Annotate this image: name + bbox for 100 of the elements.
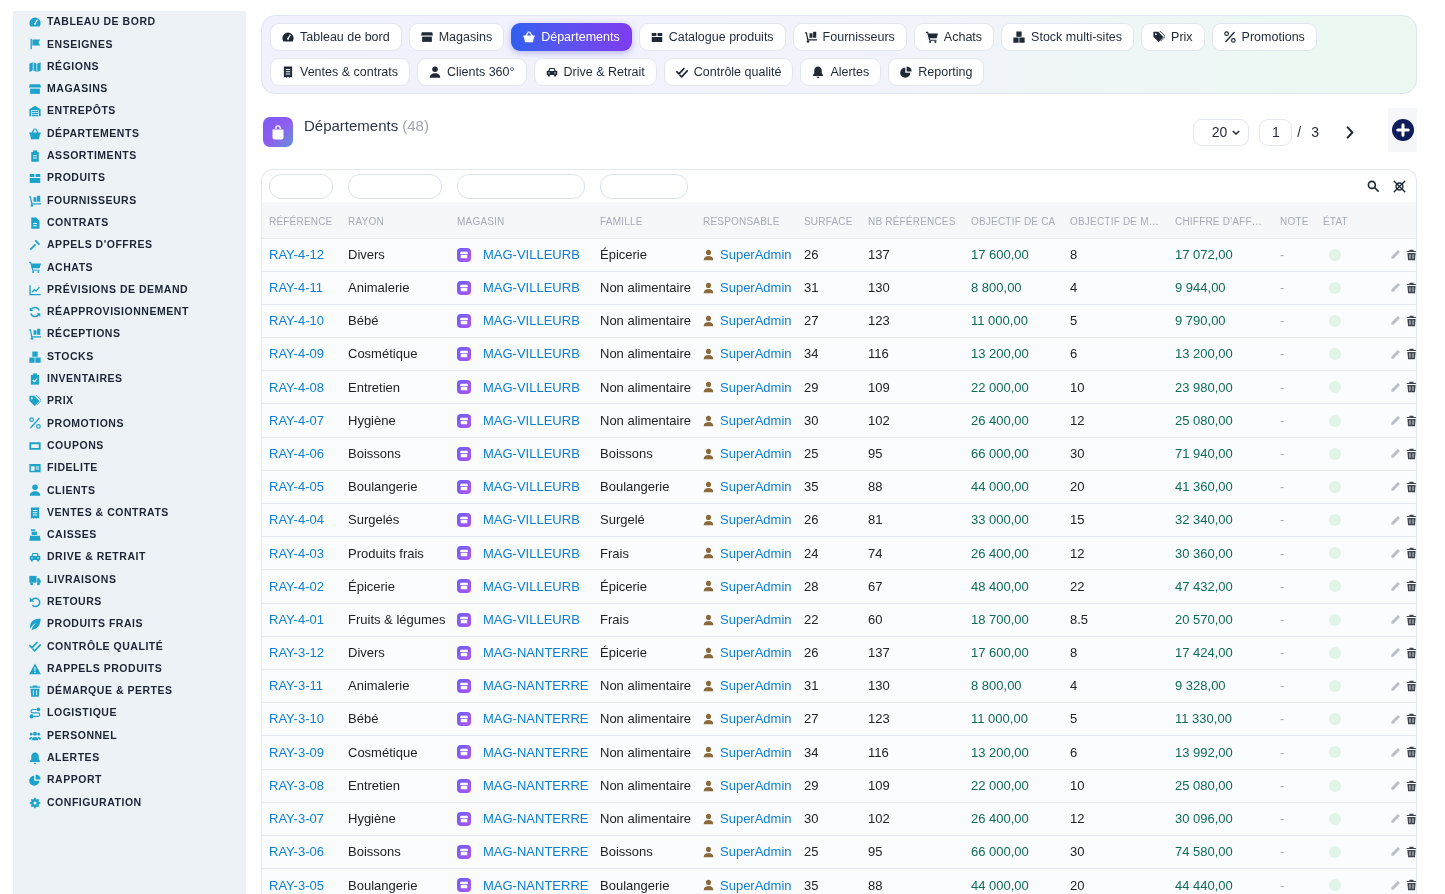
user-link[interactable]: SuperAdmin xyxy=(720,875,792,894)
delete-button[interactable] xyxy=(1406,480,1416,493)
store-link[interactable]: MAG-NANTERRE xyxy=(483,842,589,862)
sidebar-item[interactable]: PRODUITS xyxy=(13,167,246,190)
sidebar-item[interactable]: FIDELITE xyxy=(13,456,246,480)
add-button[interactable] xyxy=(1388,108,1417,152)
store-link[interactable]: MAG-NANTERRE xyxy=(483,775,589,796)
delete-button[interactable] xyxy=(1406,879,1416,892)
store-link[interactable]: MAG-NANTERRE xyxy=(483,809,589,829)
user-link[interactable]: SuperAdmin xyxy=(720,609,792,630)
sidebar-item[interactable]: RÉCEPTIONS xyxy=(13,323,246,346)
reference-link[interactable]: RAY-4-03 xyxy=(269,545,324,561)
tab[interactable]: Achats xyxy=(913,23,995,51)
delete-button[interactable] xyxy=(1406,414,1416,427)
sidebar-item[interactable]: RAPPELS PRODUITS xyxy=(13,657,246,680)
sidebar-item[interactable]: CONFIGURATION xyxy=(13,791,246,814)
user-link[interactable]: SuperAdmin xyxy=(720,709,792,729)
user-link[interactable]: SuperAdmin xyxy=(720,344,792,364)
tab[interactable]: Contrôle qualité xyxy=(663,58,794,86)
sidebar-item[interactable]: PRODUITS FRAIS xyxy=(13,613,246,636)
delete-button[interactable] xyxy=(1406,447,1416,460)
reference-link[interactable]: RAY-4-07 xyxy=(269,412,324,428)
tab[interactable]: Clients 360° xyxy=(417,58,527,86)
delete-button[interactable] xyxy=(1406,314,1416,327)
delete-button[interactable] xyxy=(1406,845,1416,858)
store-link[interactable]: MAG-VILLEURB xyxy=(483,244,580,265)
tab[interactable]: Stock multi-sites xyxy=(1001,23,1135,51)
tab[interactable]: Alertes xyxy=(800,58,882,86)
sidebar-item[interactable]: VENTES & CONTRATS xyxy=(13,501,246,524)
user-link[interactable]: SuperAdmin xyxy=(720,278,792,298)
user-link[interactable]: SuperAdmin xyxy=(720,676,792,696)
sidebar-item[interactable]: RÉGIONS xyxy=(13,55,246,78)
store-link[interactable]: MAG-NANTERRE xyxy=(483,676,589,696)
filter-input[interactable] xyxy=(348,173,442,199)
store-link[interactable]: MAG-VILLEURB xyxy=(483,510,580,530)
sidebar-item[interactable]: ENTREPÔTS xyxy=(13,100,246,123)
user-link[interactable]: SuperAdmin xyxy=(720,643,792,663)
delete-button[interactable] xyxy=(1406,779,1416,792)
sidebar-item[interactable]: DRIVE & RETRAIT xyxy=(13,546,246,569)
sidebar-item[interactable]: PRÉVISIONS DE DEMAND xyxy=(13,278,246,301)
sidebar-item[interactable]: ALERTES xyxy=(13,746,246,770)
store-link[interactable]: MAG-VILLEURB xyxy=(483,609,580,630)
delete-button[interactable] xyxy=(1406,248,1416,261)
reference-link[interactable]: RAY-4-02 xyxy=(269,578,324,594)
delete-button[interactable] xyxy=(1406,713,1416,726)
reference-link[interactable]: RAY-4-04 xyxy=(269,512,324,528)
user-link[interactable]: SuperAdmin xyxy=(720,775,792,796)
sidebar-item[interactable]: CAISSES xyxy=(13,523,246,547)
sidebar-item[interactable]: CONTRÔLE QUALITÉ xyxy=(13,635,246,658)
reference-link[interactable]: RAY-3-12 xyxy=(269,645,324,661)
delete-button[interactable] xyxy=(1406,812,1416,825)
sidebar-item[interactable]: LIVRAISONS xyxy=(13,568,246,591)
reference-link[interactable]: RAY-3-06 xyxy=(269,844,324,860)
store-link[interactable]: MAG-VILLEURB xyxy=(483,278,580,298)
store-link[interactable]: MAG-NANTERRE xyxy=(483,742,589,763)
reference-link[interactable]: RAY-4-12 xyxy=(269,246,324,262)
reference-link[interactable]: RAY-3-05 xyxy=(269,877,324,893)
user-link[interactable]: SuperAdmin xyxy=(720,842,792,862)
reference-link[interactable]: RAY-4-10 xyxy=(269,313,324,329)
reference-link[interactable]: RAY-3-11 xyxy=(269,678,323,694)
reference-link[interactable]: RAY-3-09 xyxy=(269,744,324,760)
user-link[interactable]: SuperAdmin xyxy=(720,809,792,829)
tab[interactable]: Reporting xyxy=(888,58,985,86)
sidebar-item[interactable]: FOURNISSEURS xyxy=(13,189,246,212)
sidebar-item[interactable]: DÉMARQUE & PERTES xyxy=(13,679,246,703)
reference-link[interactable]: RAY-3-08 xyxy=(269,777,324,793)
tab[interactable]: Prix xyxy=(1141,23,1205,51)
page-size-select[interactable]: 20 xyxy=(1193,118,1250,146)
store-link[interactable]: MAG-VILLEURB xyxy=(483,443,580,464)
user-link[interactable]: SuperAdmin xyxy=(720,377,792,398)
sidebar-item[interactable]: INVENTAIRES xyxy=(13,367,246,391)
store-link[interactable]: MAG-NANTERRE xyxy=(483,643,589,663)
delete-button[interactable] xyxy=(1406,746,1416,759)
sidebar-item[interactable]: RAPPORT xyxy=(13,769,246,792)
sidebar-item[interactable]: PROMOTIONS xyxy=(13,412,246,435)
delete-button[interactable] xyxy=(1406,547,1416,560)
filter-input[interactable] xyxy=(457,173,585,199)
store-link[interactable]: MAG-VILLEURB xyxy=(483,543,580,564)
filter-input[interactable] xyxy=(600,173,688,199)
sidebar-item[interactable]: PRIX xyxy=(13,390,246,413)
tab[interactable]: Tableau de bord xyxy=(270,23,402,51)
reference-link[interactable]: RAY-3-10 xyxy=(269,711,324,727)
user-link[interactable]: SuperAdmin xyxy=(720,477,792,497)
store-link[interactable]: MAG-VILLEURB xyxy=(483,377,580,398)
delete-button[interactable] xyxy=(1406,680,1416,693)
sidebar-item[interactable]: MAGASINS xyxy=(13,77,246,101)
user-link[interactable]: SuperAdmin xyxy=(720,576,792,597)
sidebar-item[interactable]: DÉPARTEMENTS xyxy=(13,122,246,145)
reference-link[interactable]: RAY-4-06 xyxy=(269,445,324,461)
store-link[interactable]: MAG-NANTERRE xyxy=(483,875,589,894)
store-link[interactable]: MAG-VILLEURB xyxy=(483,410,580,431)
reference-link[interactable]: RAY-4-01 xyxy=(269,611,324,627)
tab[interactable]: Ventes & contrats xyxy=(270,58,410,86)
store-link[interactable]: MAG-VILLEURB xyxy=(483,344,580,364)
clear-filters-button[interactable] xyxy=(1393,179,1406,193)
page-input[interactable]: 1 xyxy=(1259,118,1293,146)
delete-button[interactable] xyxy=(1406,646,1416,659)
tab[interactable]: Promotions xyxy=(1211,23,1317,51)
delete-button[interactable] xyxy=(1406,381,1416,394)
search-button[interactable] xyxy=(1367,180,1379,192)
